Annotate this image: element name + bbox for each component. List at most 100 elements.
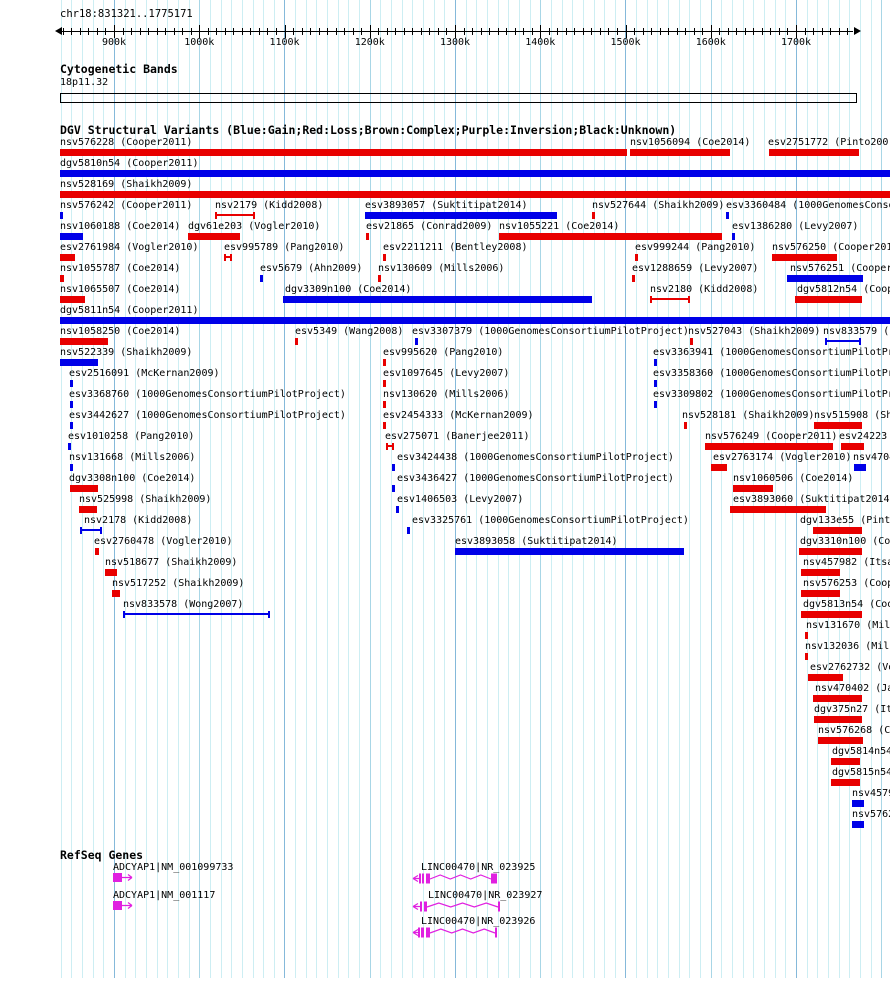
variant-bar[interactable] bbox=[105, 569, 117, 576]
variant-tick[interactable] bbox=[383, 380, 386, 387]
variant-label[interactable]: nsv2178 (Kidd2008) bbox=[84, 515, 192, 526]
variant-tick[interactable] bbox=[383, 254, 386, 261]
variant-label[interactable]: esv2762732 (Vo bbox=[810, 662, 890, 673]
variant-label[interactable]: esv3358360 (1000GenomesConsortiumPilotPr bbox=[653, 368, 890, 379]
variant-bar[interactable] bbox=[60, 149, 627, 156]
variant-label[interactable]: esv3368760 (1000GenomesConsortiumPilotPr… bbox=[69, 389, 346, 400]
variant-bar[interactable] bbox=[60, 233, 83, 240]
variant-bar[interactable] bbox=[813, 527, 862, 534]
variant-bar[interactable] bbox=[801, 611, 862, 618]
variant-tick[interactable] bbox=[383, 401, 386, 408]
variant-bar[interactable] bbox=[799, 548, 862, 555]
variant-label[interactable]: nsv522339 (Shaikh2009) bbox=[60, 347, 192, 358]
variant-label[interactable]: esv2211211 (Bentley2008) bbox=[383, 242, 528, 253]
variant-tick[interactable] bbox=[690, 338, 693, 345]
variant-bracket[interactable] bbox=[123, 611, 270, 618]
variant-bar[interactable] bbox=[70, 485, 98, 492]
variant-bar[interactable] bbox=[854, 464, 866, 471]
variant-label[interactable]: esv3893060 (Suktitipat2014 bbox=[733, 494, 890, 505]
variant-bar[interactable] bbox=[814, 422, 862, 429]
variant-bar[interactable] bbox=[733, 485, 773, 492]
variant-label[interactable]: nsv833578 (Wong2007) bbox=[123, 599, 243, 610]
variant-label[interactable]: nsv1065507 (Coe2014) bbox=[60, 284, 180, 295]
variant-label[interactable]: esv3442627 (1000GenomesConsortiumPilotPr… bbox=[69, 410, 346, 421]
variant-label[interactable]: esv5349 (Wang2008) bbox=[295, 326, 403, 337]
variant-bar[interactable] bbox=[813, 695, 862, 702]
variant-label[interactable]: esv3360484 (1000GenomesConso bbox=[726, 200, 890, 211]
variant-label[interactable]: nsv457982 (Itsa bbox=[803, 557, 890, 568]
variant-label[interactable]: nsv517252 (Shaikh2009) bbox=[112, 578, 244, 589]
variant-label[interactable]: dgv3310n100 (Co bbox=[800, 536, 890, 547]
variant-bar[interactable] bbox=[801, 569, 840, 576]
variant-tick[interactable] bbox=[295, 338, 298, 345]
variant-bar[interactable] bbox=[455, 548, 684, 555]
variant-label[interactable]: nsv1058250 (Coe2014) bbox=[60, 326, 180, 337]
variant-label[interactable]: dgv3308n100 (Coe2014) bbox=[69, 473, 195, 484]
variant-tick[interactable] bbox=[95, 548, 99, 555]
variant-tick[interactable] bbox=[68, 443, 71, 450]
variant-bar[interactable] bbox=[499, 233, 722, 240]
variant-tick[interactable] bbox=[635, 254, 638, 261]
variant-bar[interactable] bbox=[60, 191, 890, 198]
variant-label[interactable]: nsv515908 (Sh bbox=[814, 410, 890, 421]
variant-label[interactable]: esv3309802 (1000GenomesConsortiumPilotPr bbox=[653, 389, 890, 400]
variant-label[interactable]: esv3363941 (1000GenomesConsortiumPilotPr bbox=[653, 347, 890, 358]
variant-label[interactable]: nsv1055221 (Coe2014) bbox=[499, 221, 619, 232]
variant-bar[interactable] bbox=[814, 716, 862, 723]
cytoband-box[interactable] bbox=[60, 93, 857, 103]
variant-label[interactable]: nsv131670 (Mil bbox=[806, 620, 890, 631]
variant-label[interactable]: esv3893057 (Suktitipat2014) bbox=[365, 200, 528, 211]
variant-label[interactable]: dgv3309n100 (Coe2014) bbox=[285, 284, 411, 295]
variant-tick[interactable] bbox=[732, 233, 735, 240]
variant-label[interactable]: esv3893058 (Suktitipat2014) bbox=[455, 536, 618, 547]
variant-label[interactable]: nsv576228 (Cooper2011) bbox=[60, 137, 192, 148]
variant-label[interactable]: nsv1060188 (Coe2014) bbox=[60, 221, 180, 232]
variant-label[interactable]: nsv4579 bbox=[852, 788, 890, 799]
variant-tick[interactable] bbox=[260, 275, 263, 282]
variant-bar[interactable] bbox=[818, 737, 863, 744]
variant-bar[interactable] bbox=[630, 149, 730, 156]
variant-tick[interactable] bbox=[392, 485, 395, 492]
variant-bar[interactable] bbox=[60, 359, 98, 366]
variant-label[interactable]: nsv2179 (Kidd2008) bbox=[215, 200, 323, 211]
gene-glyph[interactable] bbox=[405, 926, 501, 939]
variant-label[interactable]: esv3325761 (1000GenomesConsortiumPilotPr… bbox=[412, 515, 689, 526]
variant-bracket[interactable] bbox=[215, 212, 255, 219]
variant-bar[interactable] bbox=[730, 506, 826, 513]
variant-label[interactable]: esv2751772 (Pinto200 bbox=[768, 137, 888, 148]
variant-label[interactable]: dgv5813n54 (Coo bbox=[803, 599, 890, 610]
variant-label[interactable]: nsv1055787 (Coe2014) bbox=[60, 263, 180, 274]
variant-label[interactable]: esv1406503 (Levy2007) bbox=[397, 494, 523, 505]
variant-bar[interactable] bbox=[365, 212, 557, 219]
variant-label[interactable]: esv2516091 (McKernan2009) bbox=[69, 368, 220, 379]
variant-tick[interactable] bbox=[415, 338, 418, 345]
variant-label[interactable]: nsv576242 (Cooper2011) bbox=[60, 200, 192, 211]
variant-label[interactable]: nsv576250 (Cooper201 bbox=[772, 242, 890, 253]
variant-label[interactable]: esv995789 (Pang2010) bbox=[224, 242, 344, 253]
variant-label[interactable]: nsv518677 (Shaikh2009) bbox=[105, 557, 237, 568]
variant-label[interactable]: nsv528169 (Shaikh2009) bbox=[60, 179, 192, 190]
variant-bar[interactable] bbox=[801, 590, 840, 597]
variant-bar[interactable] bbox=[787, 275, 863, 282]
variant-label[interactable]: nsv5762 bbox=[852, 809, 890, 820]
variant-bar[interactable] bbox=[769, 149, 859, 156]
variant-label[interactable]: esv24223 bbox=[839, 431, 887, 442]
variant-bar[interactable] bbox=[60, 254, 75, 261]
variant-label[interactable]: esv1386280 (Levy2007) bbox=[732, 221, 858, 232]
variant-tick[interactable] bbox=[383, 359, 386, 366]
variant-bar[interactable] bbox=[808, 674, 843, 681]
variant-bracket[interactable] bbox=[80, 527, 102, 534]
variant-tick[interactable] bbox=[632, 275, 635, 282]
variant-bar[interactable] bbox=[831, 758, 860, 765]
variant-label[interactable]: nsv576253 (Coop bbox=[803, 578, 890, 589]
variant-label[interactable]: nsv4704 bbox=[853, 452, 890, 463]
variant-label[interactable]: dgv5810n54 (Cooper2011) bbox=[60, 158, 198, 169]
variant-label[interactable]: nsv833579 ( bbox=[823, 326, 889, 337]
variant-tick[interactable] bbox=[654, 380, 657, 387]
variant-tick[interactable] bbox=[383, 422, 386, 429]
gene-glyph[interactable] bbox=[113, 872, 139, 884]
variant-label[interactable]: nsv130609 (Mills2006) bbox=[378, 263, 504, 274]
variant-bar[interactable] bbox=[60, 170, 890, 177]
variant-label[interactable]: nsv576251 (Cooper bbox=[790, 263, 890, 274]
variant-tick[interactable] bbox=[366, 233, 369, 240]
